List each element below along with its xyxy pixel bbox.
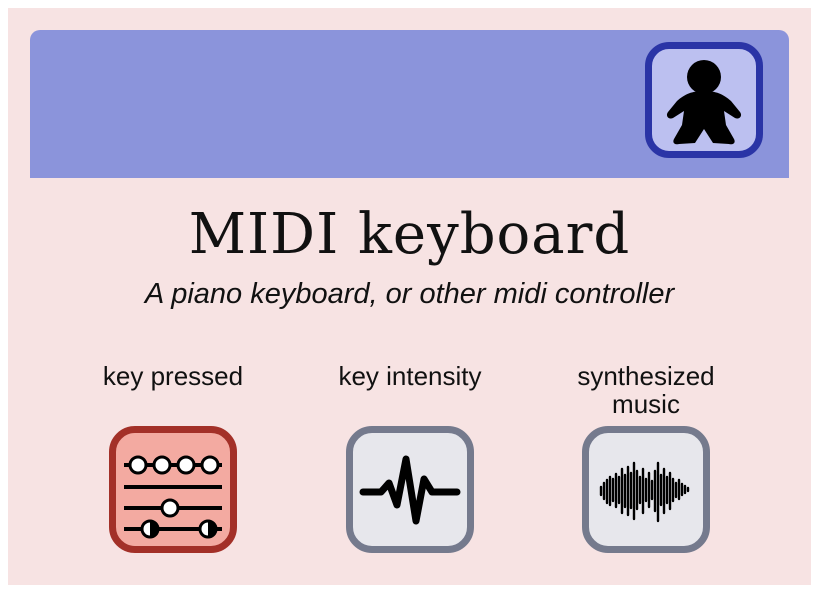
key-intensity-output-tile[interactable] [346, 426, 474, 553]
pulse-icon [359, 455, 461, 525]
card-subtitle: A piano keyboard, or other midi controll… [144, 278, 675, 310]
key-pressed-output-tile[interactable] [109, 426, 237, 553]
output-label-key-pressed: key pressed [102, 361, 244, 391]
waveform-icon [599, 461, 690, 523]
user-meeple-icon [666, 60, 742, 145]
card-header [30, 30, 789, 178]
output-label-synthesized-music: synthesized music [577, 361, 715, 419]
midi-keyboard-card: MIDI keyboard A piano keyboard, or other… [8, 8, 811, 585]
card-title: MIDI keyboard [188, 202, 631, 267]
sliders-icon [124, 455, 222, 539]
synthesized-music-output-tile[interactable] [582, 426, 710, 553]
user-avatar[interactable] [645, 42, 763, 158]
output-label-key-intensity: key intensity [338, 361, 482, 391]
